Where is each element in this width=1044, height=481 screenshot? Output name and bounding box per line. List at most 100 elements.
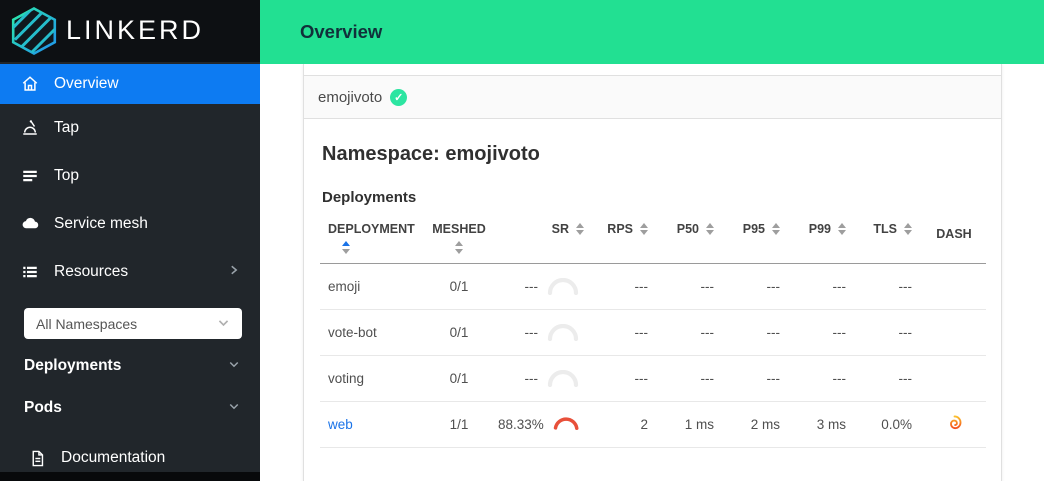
sidebar-item-label: Pods bbox=[24, 399, 62, 417]
column-header-p50[interactable]: P50 bbox=[658, 218, 724, 263]
cell-tls: --- bbox=[856, 263, 922, 309]
column-header-p99[interactable]: P99 bbox=[790, 218, 856, 263]
home-icon bbox=[20, 75, 40, 93]
namespace-panel-header[interactable]: emojivoto bbox=[304, 76, 1001, 119]
table-header-row: DEPLOYMENT MESHED SR RPS P50 P95 P99TLS DASH bbox=[320, 218, 986, 263]
sidebar-item-label: Deployments bbox=[24, 357, 121, 375]
sidebar-item-service-mesh[interactable]: Service mesh bbox=[0, 200, 260, 248]
sidebar-item-pods[interactable]: Pods bbox=[0, 387, 260, 429]
cell-meshed: 0/1 bbox=[420, 263, 498, 309]
cell-p50: 1 ms bbox=[658, 401, 724, 447]
cell-p99: 3 ms bbox=[790, 401, 856, 447]
success-rate-gauge bbox=[546, 370, 580, 387]
cell-tls: --- bbox=[856, 309, 922, 355]
logo-wordmark: LINKERD bbox=[66, 15, 204, 46]
linkerd-logo[interactable]: LINKERD bbox=[0, 0, 260, 62]
card-title: Namespace: emojivoto bbox=[322, 143, 985, 166]
sr-value: --- bbox=[498, 325, 538, 340]
cell-dash bbox=[922, 401, 986, 447]
column-label: P50 bbox=[677, 222, 699, 236]
chevron-down-icon bbox=[217, 316, 230, 332]
sort-arrows-icon[interactable] bbox=[904, 223, 912, 236]
deployment-name: vote-bot bbox=[328, 325, 377, 340]
column-label: SR bbox=[552, 222, 569, 236]
column-header-sr[interactable]: SR bbox=[498, 218, 594, 263]
sidebar-item-label: Documentation bbox=[61, 449, 165, 467]
cell-success-rate: --- bbox=[498, 355, 594, 401]
cell-tls: --- bbox=[856, 355, 922, 401]
namespace-select[interactable]: All Namespaces bbox=[24, 308, 242, 339]
cell-dash bbox=[922, 309, 986, 355]
namespace-select-value: All Namespaces bbox=[36, 316, 137, 332]
column-label: DEPLOYMENT bbox=[328, 222, 415, 236]
cell-p99: --- bbox=[790, 355, 856, 401]
cell-success-rate: --- bbox=[498, 263, 594, 309]
chevron-down-icon bbox=[228, 399, 240, 417]
check-circle-icon bbox=[390, 89, 407, 106]
column-label: DASH bbox=[936, 227, 971, 241]
sidebar-item-deployments[interactable]: Deployments bbox=[0, 345, 260, 387]
sort-arrows-icon[interactable] bbox=[455, 241, 463, 254]
cell-meshed: 0/1 bbox=[420, 309, 498, 355]
sort-arrows-icon[interactable] bbox=[576, 223, 584, 236]
column-label: P95 bbox=[743, 222, 765, 236]
sort-arrows-icon[interactable] bbox=[706, 223, 714, 236]
cell-p50: --- bbox=[658, 355, 724, 401]
success-rate-gauge bbox=[552, 416, 580, 433]
cell-meshed: 0/1 bbox=[420, 355, 498, 401]
cell-p50: --- bbox=[658, 309, 724, 355]
sr-value: --- bbox=[498, 371, 538, 386]
sidebar-item-label: Top bbox=[54, 167, 79, 185]
success-rate-gauge bbox=[546, 324, 580, 341]
sidebar-item-overview[interactable]: Overview bbox=[0, 64, 260, 104]
column-header-p95[interactable]: P95 bbox=[724, 218, 790, 263]
table-row-voting: voting0/1------------------ bbox=[320, 355, 986, 401]
cell-p95: 2 ms bbox=[724, 401, 790, 447]
tap-icon bbox=[20, 119, 40, 137]
sidebar-item-top[interactable]: Top bbox=[0, 152, 260, 200]
cell-rps: --- bbox=[594, 263, 658, 309]
table-row-vote-bot: vote-bot0/1------------------ bbox=[320, 309, 986, 355]
grafana-dashboard-link[interactable] bbox=[946, 414, 963, 431]
sort-arrows-icon[interactable] bbox=[772, 223, 780, 236]
sidebar-item-label: Overview bbox=[54, 75, 119, 93]
deployment-name: emoji bbox=[328, 279, 360, 294]
sidebar-item-tap[interactable]: Tap bbox=[0, 104, 260, 152]
chevron-right-icon bbox=[228, 263, 240, 281]
collapsed-panel-partial[interactable] bbox=[304, 64, 1001, 76]
sort-arrows-icon[interactable] bbox=[838, 223, 846, 236]
cell-deployment: web bbox=[320, 401, 420, 447]
deployment-name: voting bbox=[328, 371, 364, 386]
column-label: RPS bbox=[607, 222, 633, 236]
sidebar-footer-strip bbox=[0, 472, 260, 481]
sr-value: 88.33% bbox=[498, 417, 544, 432]
column-header-deployment[interactable]: DEPLOYMENT bbox=[320, 218, 420, 263]
deployment-link[interactable]: web bbox=[328, 417, 353, 432]
chevron-down-icon bbox=[228, 357, 240, 375]
sort-arrows-icon[interactable] bbox=[342, 241, 350, 254]
cell-p50: --- bbox=[658, 263, 724, 309]
success-rate-gauge bbox=[546, 278, 580, 295]
cell-p95: --- bbox=[724, 309, 790, 355]
sort-arrows-icon[interactable] bbox=[640, 223, 648, 236]
cell-success-rate: --- bbox=[498, 309, 594, 355]
cell-dash bbox=[922, 263, 986, 309]
linkerd-dashboard: LINKERD Overview Tap bbox=[0, 0, 1044, 481]
cell-success-rate: 88.33% bbox=[498, 401, 594, 447]
table-row-emoji: emoji0/1------------------ bbox=[320, 263, 986, 309]
sr-value: --- bbox=[498, 279, 538, 294]
cell-rps: 2 bbox=[594, 401, 658, 447]
namespace-card: Namespace: emojivoto Deployments DEPLOYM… bbox=[304, 119, 1001, 481]
main-area: Overview emojivoto Namespace: emojivoto … bbox=[260, 0, 1044, 481]
column-header-tls[interactable]: TLS bbox=[856, 218, 922, 263]
cell-deployment: voting bbox=[320, 355, 420, 401]
cell-meshed: 1/1 bbox=[420, 401, 498, 447]
cell-p95: --- bbox=[724, 263, 790, 309]
column-header-rps[interactable]: RPS bbox=[594, 218, 658, 263]
section-title: Deployments bbox=[322, 189, 985, 206]
namespace-panel-title: emojivoto bbox=[318, 89, 382, 106]
column-header-meshed[interactable]: MESHED bbox=[420, 218, 498, 263]
grafana-icon bbox=[946, 414, 963, 431]
sidebar-item-resources[interactable]: Resources bbox=[0, 248, 260, 296]
page-title: Overview bbox=[300, 21, 382, 43]
